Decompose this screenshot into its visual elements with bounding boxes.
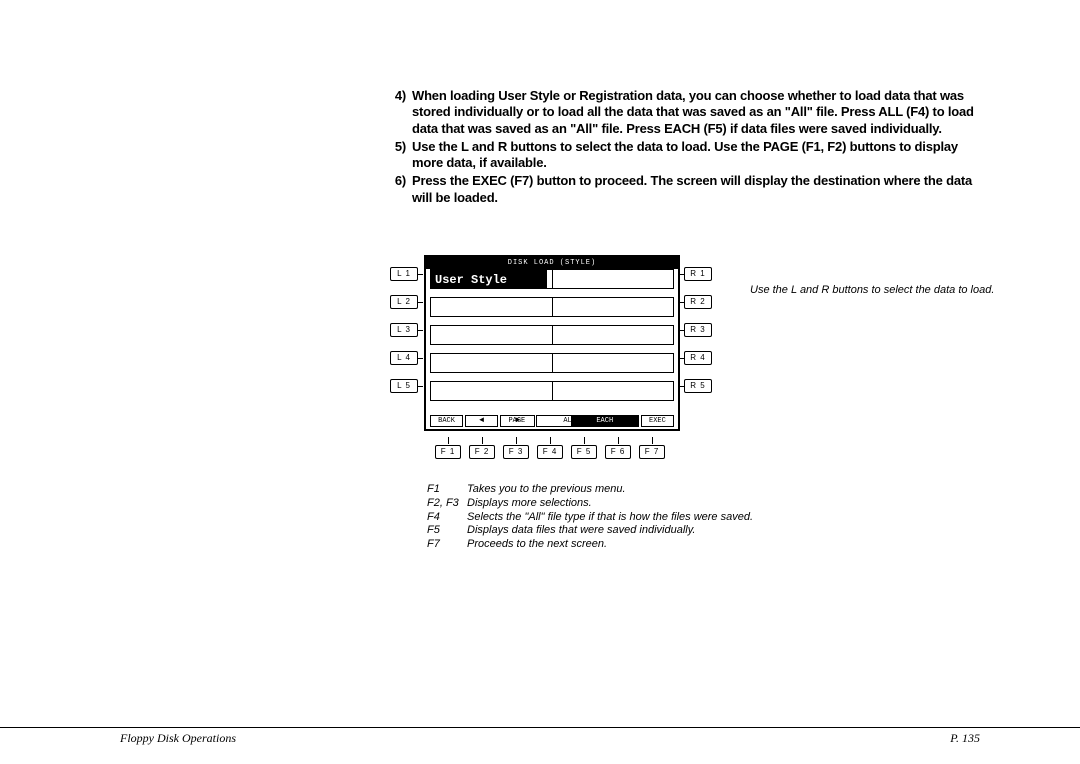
instruction-number: 6) [382, 173, 406, 206]
l2-button[interactable]: L 2 [390, 295, 418, 309]
list-item[interactable] [430, 353, 674, 373]
footer-page-number: P. 135 [950, 731, 980, 746]
l1-button[interactable]: L 1 [390, 267, 418, 281]
f3-button[interactable]: F 3 [503, 445, 529, 459]
legend-desc: Proceeds to the next screen. [467, 538, 607, 552]
exec-button[interactable]: EXEC [641, 415, 674, 427]
l4-button[interactable]: L 4 [390, 351, 418, 365]
footer-section-title: Floppy Disk Operations [120, 731, 236, 746]
back-button[interactable]: BACK [430, 415, 463, 427]
r2-button[interactable]: R 2 [684, 295, 712, 309]
right-button-column: R 1 R 2 R 3 R 4 R 5 [684, 255, 710, 407]
manual-page: 4) When loading User Style or Registrati… [0, 0, 1080, 764]
instruction-list: 4) When loading User Style or Registrati… [382, 88, 982, 208]
f1-button[interactable]: F 1 [435, 445, 461, 459]
screen-diagram: L 1 L 2 L 3 L 4 L 5 R 1 R 2 R 3 R 4 R 5 [390, 255, 710, 459]
selected-item-label: User Style [431, 271, 507, 289]
legend-desc: Displays more selections. [467, 497, 592, 511]
r3-button[interactable]: R 3 [684, 323, 712, 337]
legend-desc: Selects the "All" file type if that is h… [467, 511, 753, 525]
r1-button[interactable]: R 1 [684, 267, 712, 281]
legend-key: F1 [427, 483, 467, 497]
legend-desc: Displays data files that were saved indi… [467, 524, 695, 538]
l3-button[interactable]: L 3 [390, 323, 418, 337]
legend-key: F4 [427, 511, 467, 525]
f2-button[interactable]: F 2 [469, 445, 495, 459]
legend-key: F5 [427, 524, 467, 538]
legend-key: F7 [427, 538, 467, 552]
instruction-text: Use the L and R buttons to select the da… [412, 139, 982, 172]
f6-button[interactable]: F 6 [605, 445, 631, 459]
lcd-screen: DISK LOAD (STYLE) User Style BACK ◄ PAG [424, 255, 680, 431]
legend-key: F2, F3 [427, 497, 467, 511]
page-next-button[interactable]: ► [500, 415, 535, 427]
f5-button[interactable]: F 5 [571, 445, 597, 459]
diagram-caption: Use the L and R buttons to select the da… [750, 284, 1010, 296]
legend-row: F4Selects the "All" file type if that is… [427, 511, 807, 525]
page-prev-button[interactable]: ◄ [465, 415, 498, 427]
screen-body: User Style [430, 269, 674, 413]
f4-button[interactable]: F 4 [537, 445, 563, 459]
left-button-column: L 1 L 2 L 3 L 4 L 5 [390, 255, 416, 407]
f-button-row: F 1 F 2 F 3 F 4 F 5 F 6 F 7 [390, 445, 710, 459]
list-item-selected[interactable]: User Style [430, 269, 674, 289]
screen-bottom-bar: BACK ◄ PAGE ► ALL EACH EXEC [430, 415, 674, 427]
instruction-item: 5) Use the L and R buttons to select the… [382, 139, 982, 172]
instruction-text: Press the EXEC (F7) button to proceed. T… [412, 173, 982, 206]
instruction-item: 4) When loading User Style or Registrati… [382, 88, 982, 137]
list-item[interactable] [430, 325, 674, 345]
r5-button[interactable]: R 5 [684, 379, 712, 393]
legend-row: F7Proceeds to the next screen. [427, 538, 807, 552]
list-item[interactable] [430, 381, 674, 401]
instruction-number: 5) [382, 139, 406, 172]
each-button[interactable]: EACH [571, 415, 639, 427]
instruction-text: When loading User Style or Registration … [412, 88, 982, 137]
instruction-item: 6) Press the EXEC (F7) button to proceed… [382, 173, 982, 206]
instruction-number: 4) [382, 88, 406, 137]
legend-row: F1Takes you to the previous menu. [427, 483, 807, 497]
list-item[interactable] [430, 297, 674, 317]
legend-row: F2, F3Displays more selections. [427, 497, 807, 511]
r4-button[interactable]: R 4 [684, 351, 712, 365]
l5-button[interactable]: L 5 [390, 379, 418, 393]
legend-desc: Takes you to the previous menu. [467, 483, 626, 497]
footer-divider [0, 727, 1080, 728]
screen-title: DISK LOAD (STYLE) [426, 257, 678, 269]
legend-row: F5Displays data files that were saved in… [427, 524, 807, 538]
function-key-legend: F1Takes you to the previous menu. F2, F3… [427, 483, 807, 552]
f7-button[interactable]: F 7 [639, 445, 665, 459]
